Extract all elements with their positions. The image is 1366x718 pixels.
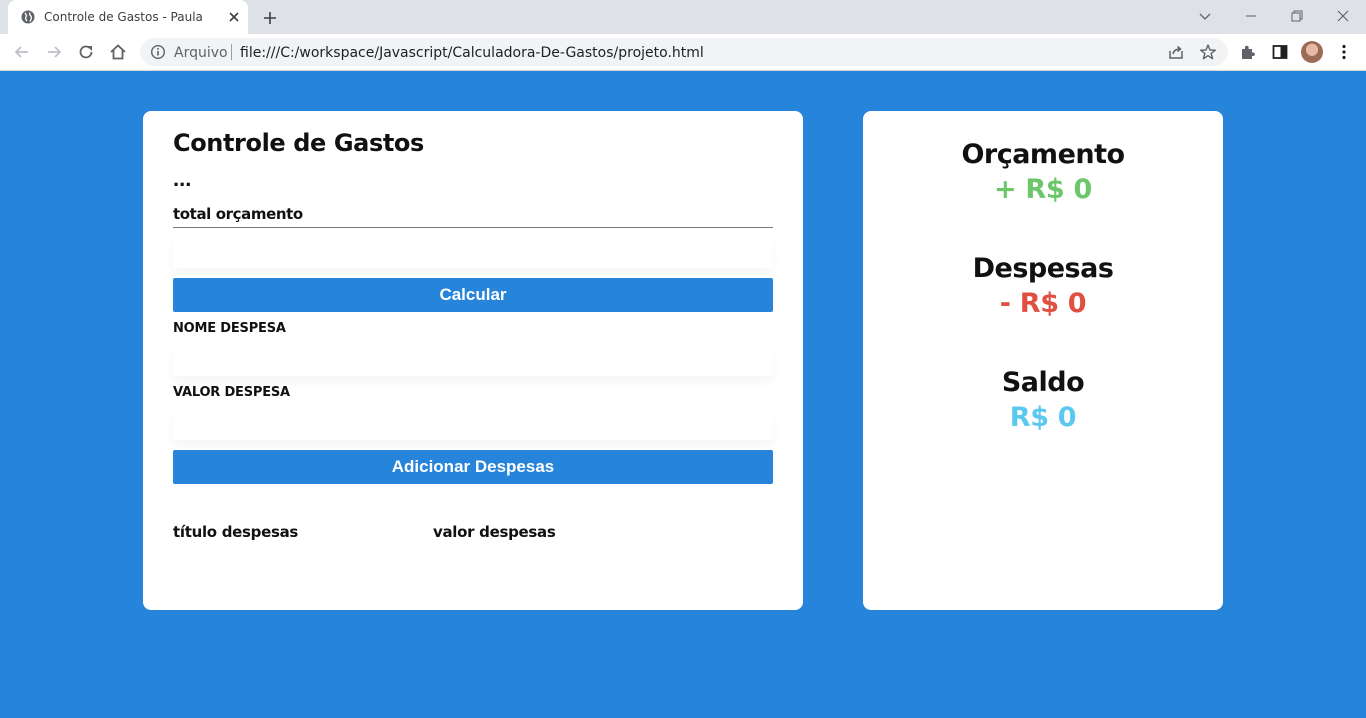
minimize-icon[interactable] (1240, 6, 1262, 26)
side-panel-icon[interactable] (1270, 42, 1290, 62)
balance-title: Saldo (1001, 367, 1085, 398)
address-separator (231, 44, 232, 60)
extensions-icon[interactable] (1238, 42, 1258, 62)
browser-toolbar: Arquivo file:///C:/workspace/Javascript/… (0, 34, 1366, 71)
summary-card: Orçamento + R$ 0 Despesas - R$ 0 Saldo R… (863, 111, 1223, 610)
menu-dots-icon[interactable] (1334, 42, 1354, 62)
budget-amount: + R$ 0 (994, 174, 1092, 205)
add-expense-button[interactable]: Adicionar Despesas (173, 450, 773, 484)
window-close-icon[interactable] (1332, 6, 1354, 26)
calculate-button[interactable]: Calcular (173, 278, 773, 312)
tab-search-icon[interactable] (1194, 6, 1216, 26)
tab-title: Controle de Gastos - Paula (44, 10, 203, 24)
expense-value-input[interactable] (173, 410, 773, 440)
profile-avatar[interactable] (1301, 41, 1323, 63)
expense-name-label: NOME DESPESA (173, 321, 286, 336)
globe-icon (21, 10, 35, 24)
share-icon[interactable] (1167, 43, 1185, 61)
budget-title: Orçamento (961, 139, 1125, 170)
info-icon[interactable] (150, 44, 166, 60)
back-arrow-icon[interactable] (12, 42, 32, 62)
browser-tab[interactable]: Controle de Gastos - Paula (8, 0, 248, 34)
url-text[interactable]: file:///C:/workspace/Javascript/Calculad… (240, 45, 704, 61)
browser-tabstrip: Controle de Gastos - Paula (0, 0, 1366, 34)
expenses-summary: Despesas - R$ 0 (863, 253, 1223, 323)
budget-input-underline (173, 227, 773, 228)
expense-value-label: VALOR DESPESA (173, 385, 290, 400)
balance-amount: R$ 0 (1009, 402, 1077, 433)
restore-icon[interactable] (1286, 6, 1308, 26)
expense-name-input[interactable] (173, 346, 773, 376)
page-title: Controle de Gastos (173, 129, 424, 157)
home-icon[interactable] (108, 42, 128, 62)
budget-label: total orçamento (173, 205, 303, 223)
budget-summary: Orçamento + R$ 0 (863, 139, 1223, 209)
star-icon[interactable] (1199, 43, 1217, 61)
close-icon[interactable] (226, 9, 242, 25)
forward-arrow-icon[interactable] (44, 42, 64, 62)
address-bar[interactable]: Arquivo file:///C:/workspace/Javascript/… (140, 38, 1228, 66)
origin-label: Arquivo (174, 45, 228, 61)
ellipsis-text: ... (173, 166, 192, 191)
balance-summary: Saldo R$ 0 (863, 367, 1223, 437)
budget-input[interactable] (173, 238, 773, 268)
expenses-title: Despesas (972, 253, 1114, 284)
expenses-amount: - R$ 0 (999, 288, 1087, 319)
new-tab-icon[interactable] (260, 8, 280, 28)
expense-form-card: Controle de Gastos ... total orçamento C… (143, 111, 803, 610)
reload-icon[interactable] (76, 42, 96, 62)
expense-title-column-header: título despesas (173, 523, 299, 541)
expense-value-column-header: valor despesas (433, 523, 556, 541)
